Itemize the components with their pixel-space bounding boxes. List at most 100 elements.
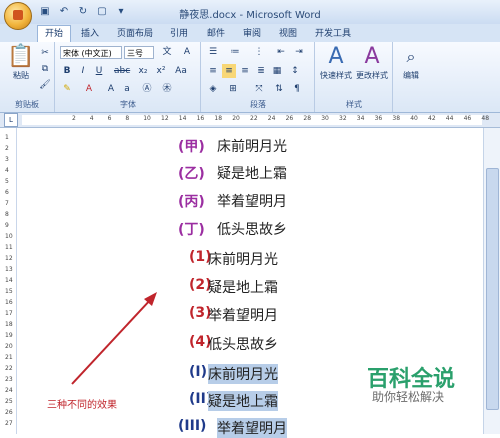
ribbon-tabs: 开始 插入 页面布局 引用 邮件 审阅 视图 开发工具 [0,24,500,43]
line-spacing-icon[interactable]: ↕ [288,64,302,78]
align-right-icon[interactable]: ≡ [238,64,252,78]
cut-icon[interactable]: ✂ [38,46,52,60]
grow-font-icon[interactable]: A [104,82,118,96]
multilevel-list-icon[interactable]: ⋮ [252,45,266,59]
ruler-number: 40 [410,115,418,122]
vruler-number: 19 [5,332,13,339]
vruler-number: 25 [5,398,13,405]
tab-view[interactable]: 视图 [279,26,297,42]
borders-icon[interactable]: ⊞ [226,82,240,96]
phonetic-guide-icon[interactable]: 文 [160,45,174,59]
line-text: 低头思故乡 [217,222,287,238]
tab-insert[interactable]: 插入 [81,26,99,42]
increase-indent-icon[interactable]: ⇥ [292,45,306,59]
customize-qat-icon[interactable]: ▾ [114,5,128,19]
chinese-layout-icon[interactable]: ⤧ [252,82,266,96]
line-text: 举着望明月 [208,308,278,324]
ruler-number: 48 [481,115,490,122]
vruler-number: 21 [5,354,13,361]
bullets-icon[interactable]: ☰ [206,45,220,59]
tab-developer[interactable]: 开发工具 [315,26,351,42]
tab-review[interactable]: 审阅 [243,26,261,42]
tab-mailings[interactable]: 邮件 [207,26,225,42]
change-styles-button[interactable]: A 更改样式 [354,44,390,81]
tab-page-layout[interactable]: 页面布局 [117,26,153,42]
superscript-icon[interactable]: x² [154,64,168,78]
shrink-font-icon[interactable]: a [120,82,134,96]
font-group: 宋体 (中文正) 三号 文 A B I U abc x₂ x² Aa ✎ A A… [56,42,201,112]
save-icon[interactable]: ▣ [38,5,52,19]
change-styles-label: 更改样式 [356,71,388,80]
vertical-scrollbar[interactable] [483,128,500,434]
vruler-number: 5 [5,178,9,185]
strikethrough-icon[interactable]: abc [114,64,130,78]
italic-icon[interactable]: I [76,64,90,78]
list-marker: (I) [189,364,208,380]
decrease-indent-icon[interactable]: ⇤ [274,45,288,59]
ruler-number: 36 [374,115,383,122]
vruler-number: 2 [5,145,9,152]
list-marker: (丁) [178,222,205,238]
sort-icon[interactable]: ⇅ [272,82,286,96]
quick-access-toolbar: ▣ ↶ ↻ ▢ ▾ [38,5,128,19]
clipboard-group-label: 剪贴板 [15,100,39,109]
line-text: 疑是地上霜 [208,391,278,411]
show-marks-icon[interactable]: ¶ [290,82,304,96]
bold-icon[interactable]: B [60,64,74,78]
ruler-number: 42 [428,115,436,122]
styles-group-label: 样式 [346,100,362,109]
distributed-icon[interactable]: ▦ [270,64,284,78]
font-name-select[interactable]: 宋体 (中文正) [60,46,122,59]
vruler-number: 9 [5,222,9,229]
highlight-color-icon[interactable]: ✎ [60,82,74,96]
align-left-icon[interactable]: ≡ [206,64,220,78]
ruler-number: 12 [161,115,169,122]
editing-button[interactable]: ⌕ 编辑 [396,44,426,81]
ribbon: 📋 粘贴 ✂ ⧉ 🖌 剪贴板 宋体 (中文正) 三号 文 A B I U abc… [0,42,500,113]
quick-styles-button[interactable]: A 快速样式 [318,44,354,81]
ruler-number: 30 [321,115,329,122]
clipboard-icon: 📋 [7,44,35,69]
tab-selector-icon[interactable]: L [4,113,18,127]
annotation-text: 三种不同的效果 [47,400,117,411]
font-color-icon[interactable]: A [82,82,96,96]
paste-button[interactable]: 📋 粘贴 [6,44,36,81]
change-case-icon[interactable]: Aa [174,64,188,78]
ruler-number: 46 [463,115,472,122]
vruler-number: 4 [5,167,9,174]
vertical-ruler[interactable]: 1 2 3 4 5 6 7 8 9 10 11 12 13 14 15 16 17 18 19 20 21 22 23 24 2… [4,128,17,434]
copy-icon[interactable]: ⧉ [38,62,52,76]
vruler-number: 3 [5,156,9,163]
ruler-number: 8 [125,115,130,122]
font-size-select[interactable]: 三号 [124,46,154,59]
redo-icon[interactable]: ↻ [76,5,90,19]
change-styles-icon: A [364,44,380,69]
character-shading-icon[interactable]: Ⓐ [140,82,154,96]
new-document-icon[interactable]: ▢ [95,5,109,19]
character-border-icon[interactable]: A [180,45,194,59]
office-button[interactable] [4,2,32,30]
quick-styles-icon: A [328,44,344,69]
format-painter-icon[interactable]: 🖌 [38,78,52,92]
ruler-number: 16 [196,115,205,122]
tab-references[interactable]: 引用 [170,26,188,42]
scrollbar-thumb[interactable] [486,168,499,410]
subscript-icon[interactable]: x₂ [136,64,150,78]
justify-icon[interactable]: ≣ [254,64,268,78]
ruler-number: 20 [232,115,240,122]
numbering-icon[interactable]: ≔ [228,45,242,59]
tab-home[interactable]: 开始 [37,25,72,43]
shading-icon[interactable]: ◈ [206,82,220,96]
horizontal-ruler[interactable]: L 2 4 6 8 10 12 14 16 18 20 22 24 26 28 30 32 34 36 38 40 42… [0,113,500,128]
vruler-number: 15 [5,288,13,295]
vruler-number: 6 [5,189,9,196]
editing-group: ⌕ 编辑 [394,42,428,112]
underline-icon[interactable]: U [92,64,106,78]
vruler-number: 7 [5,200,9,207]
enclose-characters-icon[interactable]: ㊍ [160,82,174,96]
undo-icon[interactable]: ↶ [57,5,71,19]
line-text: 低头思故乡 [208,337,278,353]
align-center-icon[interactable]: ≡ [222,64,236,78]
vruler-number: 14 [5,277,13,284]
vruler-number: 23 [5,376,13,383]
